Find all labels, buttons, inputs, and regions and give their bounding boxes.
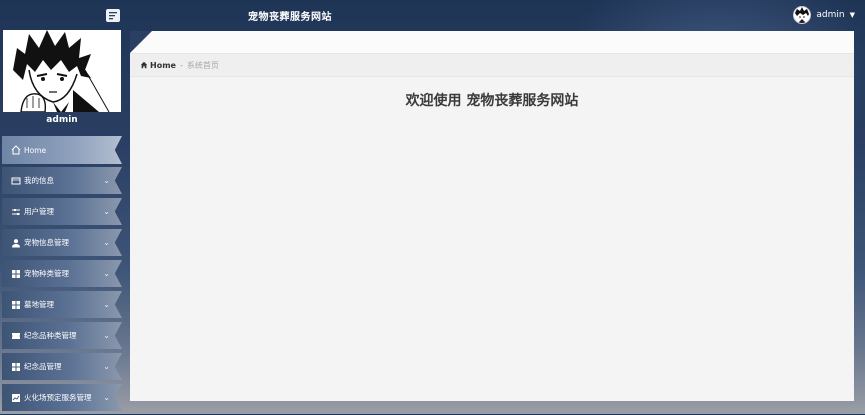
user-icon [11,238,21,248]
card-icon [11,176,21,186]
sidebar-item-pet-category[interactable]: 宠物种类管理 ⌄ [2,260,122,287]
sidebar-item-label: 纪念品管理 [24,362,62,371]
avatar [793,6,812,24]
user-menu[interactable]: admin ▼ [793,6,855,24]
chevron-down-icon: ⌄ [103,362,110,371]
sidebar-item-user-management[interactable]: 用户管理 ⌄ [2,198,122,225]
grid-icon [11,362,21,372]
corner-fold [130,31,152,53]
sidebar-item-label: 用户管理 [24,207,54,216]
sidebar-user-name: admin [46,115,78,125]
menu-icon [109,12,117,20]
breadcrumb-home-link[interactable]: Home [140,61,176,70]
sidebar-item-my-info[interactable]: 我的信息 ⌄ [2,167,122,194]
caret-down-icon: ▼ [849,11,855,19]
content-header [130,31,854,53]
sidebar-item-label: 火化场预定服务管理 [24,393,92,402]
sidebar-item-label: 宠物种类管理 [24,269,69,278]
breadcrumb-home-label: Home [150,60,176,70]
breadcrumb: Home - 系统首页 [130,53,854,77]
main-content: Home - 系统首页 欢迎使用 宠物丧葬服务网站 [130,31,854,401]
chevron-down-icon: ⌄ [103,207,110,216]
sidebar-toggle-button[interactable] [106,9,120,22]
sidebar-menu: Home 我的信息 ⌄ 用户管理 ⌄ 宠物信息管理 ⌄ 宠物种类管理 ⌄ 墓地管… [2,136,122,415]
chevron-down-icon: ⌄ [103,393,110,402]
chevron-down-icon: ⌄ [103,300,110,309]
sidebar-item-label: 纪念品种类管理 [24,331,77,340]
sidebar-item-label: 我的信息 [24,176,54,185]
home-icon [11,145,21,155]
chevron-down-icon: ⌄ [103,331,110,340]
chevron-down-icon: ⌄ [103,269,110,278]
chart-icon [11,393,21,403]
ticket-icon [11,331,21,341]
welcome-heading: 欢迎使用 宠物丧葬服务网站 [405,93,579,109]
user-name: admin [816,10,845,20]
sidebar-item-souvenir-category[interactable]: 纪念品种类管理 ⌄ [2,322,122,349]
sidebar-item-label: 墓地管理 [24,300,54,309]
sidebar-item-label: Home [24,145,47,155]
home-icon [140,61,148,69]
sidebar-item-home[interactable]: Home [2,136,122,164]
sidebar-item-label: 宠物信息管理 [24,238,69,247]
sidebar-item-souvenir[interactable]: 纪念品管理 ⌄ [2,353,122,380]
chevron-down-icon: ⌄ [103,176,110,185]
breadcrumb-separator: - [179,60,183,70]
sidebar-item-pet-info[interactable]: 宠物信息管理 ⌄ [2,229,122,256]
grid-icon [11,269,21,279]
top-bar: 宠物丧葬服务网站 admin ▼ [0,0,865,30]
sidebar-item-cemetery[interactable]: 墓地管理 ⌄ [2,291,122,318]
chevron-down-icon: ⌄ [103,238,110,247]
site-title: 宠物丧葬服务网站 [248,12,332,23]
profile-image [3,30,121,112]
grid-icon [11,300,21,310]
breadcrumb-current: 系统首页 [186,60,219,70]
sidebar-item-cremation-booking[interactable]: 火化场预定服务管理 ⌄ [2,384,122,411]
sliders-icon [11,207,21,217]
